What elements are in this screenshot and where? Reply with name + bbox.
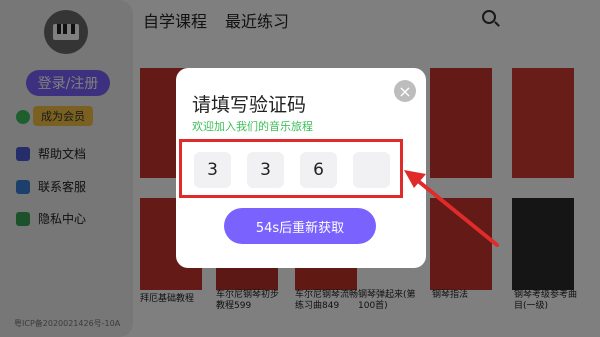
annotation-arrow-icon (404, 170, 499, 247)
